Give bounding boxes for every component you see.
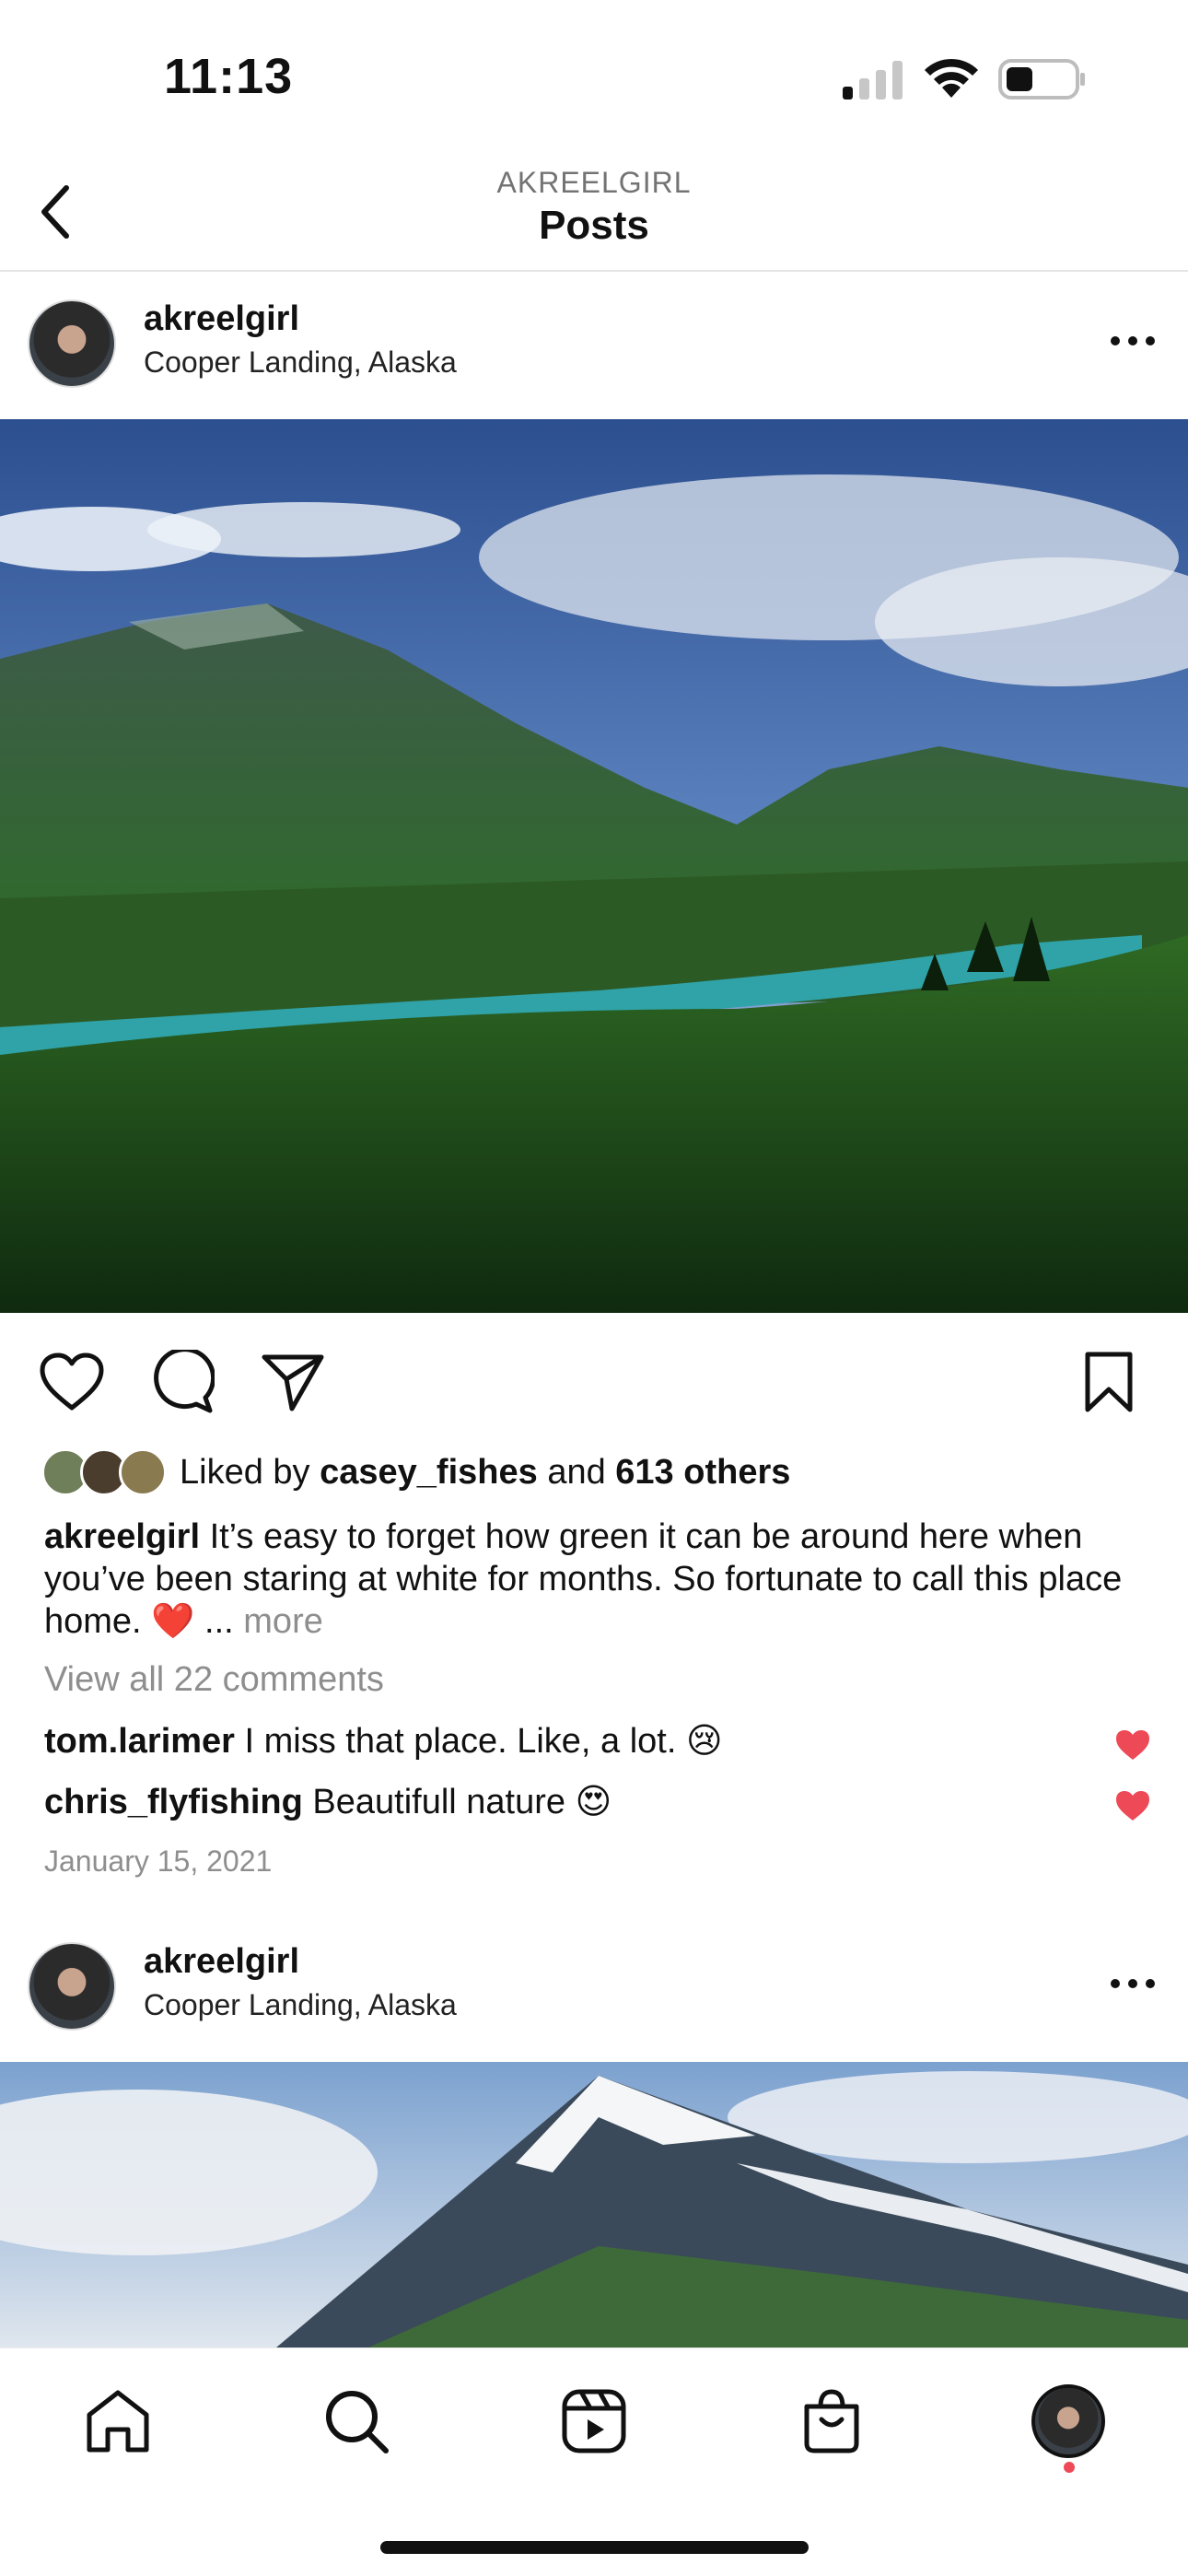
status-time: 11:13: [164, 49, 294, 104]
header-username: AKREELGIRL: [496, 166, 692, 199]
shop-icon: [804, 2389, 859, 2453]
bookmark-icon: [1085, 1352, 1133, 1412]
search-icon: [326, 2391, 389, 2453]
post-location[interactable]: Cooper Landing, Alaska: [144, 345, 457, 380]
heart-icon[interactable]: [1114, 1789, 1151, 1822]
comment-text: Beautifull nature 😍: [312, 1783, 612, 1821]
likes-prefix: Liked by: [180, 1452, 310, 1492]
like-button[interactable]: [35, 1345, 109, 1419]
caption-more-link[interactable]: more: [243, 1602, 323, 1641]
avatar[interactable]: [28, 299, 116, 388]
post-caption: akreelgirl It’s easy to forget how green…: [44, 1516, 1159, 1643]
notification-dot: [1064, 2462, 1075, 2473]
comment-icon: [154, 1350, 215, 1413]
cellular-signal-icon: [843, 61, 903, 100]
post-location[interactable]: Cooper Landing, Alaska: [144, 1988, 457, 2022]
comment: chris_flyfishing Beautifull nature 😍: [44, 1781, 1140, 1822]
caption-username[interactable]: akreelgirl: [44, 1517, 200, 1556]
post-actions: [0, 1331, 1188, 1433]
nav-home[interactable]: [76, 2380, 159, 2463]
more-options-button[interactable]: [1105, 313, 1160, 369]
comment: tom.larimer I miss that place. Like, a l…: [44, 1720, 1140, 1762]
post-username[interactable]: akreelgirl: [144, 299, 299, 339]
comment-username[interactable]: chris_flyfishing: [44, 1783, 303, 1821]
page-header: AKREELGIRL Posts: [0, 157, 1188, 272]
avatar: [119, 1448, 167, 1496]
more-options-button[interactable]: [1105, 1956, 1160, 2011]
home-indicator[interactable]: [380, 2541, 809, 2554]
heart-icon: [40, 1352, 104, 1411]
likes-count[interactable]: 613 others: [615, 1453, 790, 1492]
avatar[interactable]: [28, 1942, 116, 2031]
post-photo[interactable]: [0, 2062, 1188, 2348]
caption-text: It’s easy to forget how green it can be …: [44, 1517, 1123, 1641]
share-icon: [262, 1354, 324, 1411]
share-button[interactable]: [256, 1345, 330, 1419]
reels-icon: [562, 2389, 626, 2453]
likes-text: Liked by casey_fishes and 613 others: [180, 1453, 790, 1493]
more-icon: [1111, 336, 1155, 345]
post-photo[interactable]: [0, 419, 1188, 1313]
save-button[interactable]: [1072, 1345, 1146, 1419]
nav-shop[interactable]: [790, 2380, 873, 2463]
liked-by-user[interactable]: casey_fishes: [320, 1453, 538, 1492]
liked-by-avatars: [41, 1446, 170, 1498]
comment-username[interactable]: tom.larimer: [44, 1722, 235, 1761]
post-date: January 15, 2021: [44, 1844, 273, 1878]
battery-icon: [998, 59, 1085, 100]
more-icon: [1111, 1979, 1155, 1988]
comment-button[interactable]: [146, 1345, 219, 1419]
avatar: [1031, 2384, 1105, 2458]
likes-and: and: [547, 1452, 606, 1492]
home-icon: [87, 2390, 149, 2453]
post-header: akreelgirl Cooper Landing, Alaska: [0, 272, 1188, 419]
post-username[interactable]: akreelgirl: [144, 1942, 299, 1982]
heart-icon[interactable]: [1114, 1728, 1151, 1762]
nav-search[interactable]: [315, 2380, 398, 2463]
status-bar: 11:13: [0, 0, 1188, 157]
post-header: akreelgirl Cooper Landing, Alaska: [0, 1914, 1188, 2062]
comment-text: I miss that place. Like, a lot. 😢: [244, 1722, 723, 1761]
page-title: Posts: [539, 203, 649, 248]
nav-profile[interactable]: [1027, 2380, 1110, 2463]
nav-reels[interactable]: [553, 2380, 635, 2463]
wifi-icon: [925, 58, 978, 98]
likes-summary[interactable]: Liked by casey_fishes and 613 others: [41, 1445, 790, 1500]
view-all-comments-link[interactable]: View all 22 comments: [44, 1660, 384, 1700]
